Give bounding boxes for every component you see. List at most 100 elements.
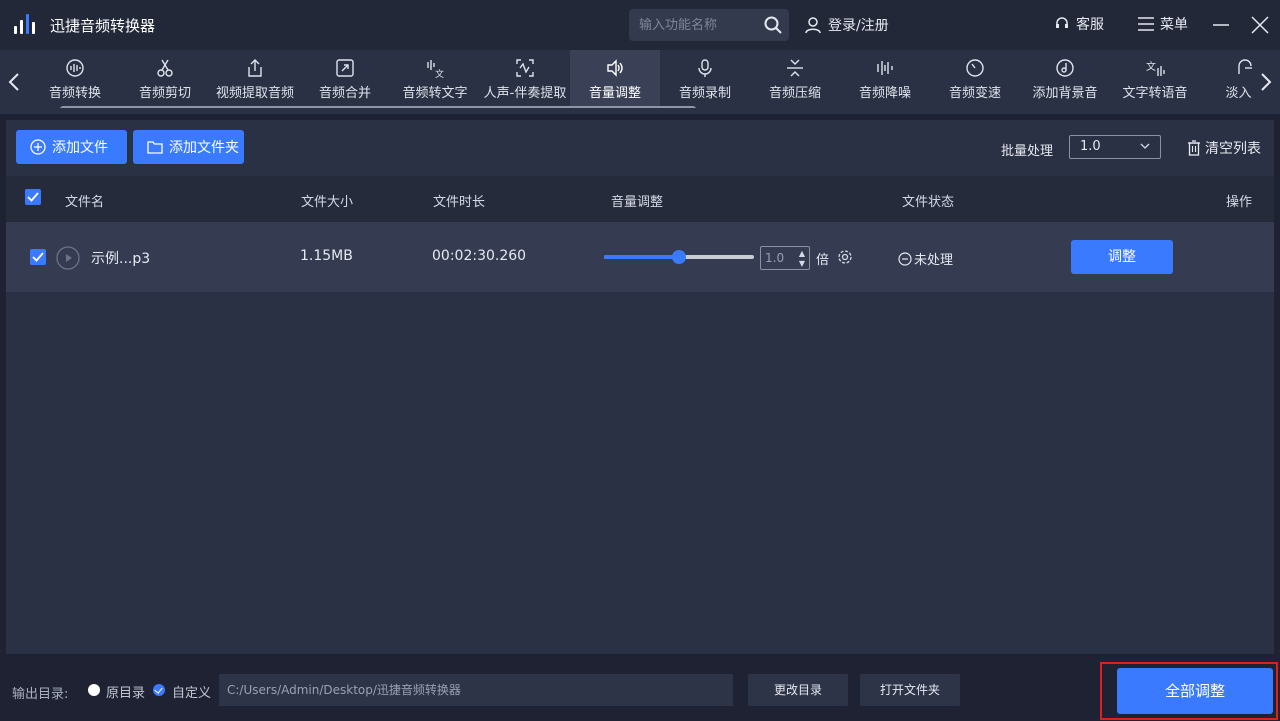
chevron-left-icon[interactable] [4, 68, 24, 96]
close-icon[interactable] [1250, 15, 1270, 35]
batch-process-label: 批量处理 [1001, 144, 1054, 159]
tool-audio-convert[interactable]: 音频转换 [30, 50, 120, 108]
open-folder-button[interactable]: 打开文件夹 [860, 674, 960, 706]
text-to-speech-icon: 文 [1146, 60, 1165, 76]
scissors-icon [157, 59, 173, 77]
export-icon [248, 59, 262, 77]
volume-stepper[interactable]: 1.0 ▲ ▼ [760, 246, 810, 270]
speed-icon [966, 59, 984, 77]
svg-text:文: 文 [1146, 60, 1156, 73]
tool-vocal-extract[interactable]: 人声-伴奏提取 [480, 50, 570, 108]
tool-label: 音频剪切 [138, 86, 191, 101]
tool-fade[interactable]: 淡入淡 [1200, 50, 1252, 108]
add-folder-button[interactable]: 添加文件夹 [133, 130, 244, 164]
footer: 输出目录: 原目录 自定义 C:/Users/Admin/Desktop/迅捷音… [0, 660, 1280, 721]
play-icon[interactable] [56, 246, 80, 270]
tool-bar: 音频转换 音频剪切 视频提取音频 音频合并 文 音频转文字 人声-伴奏提取 音量… [0, 50, 1280, 114]
user-icon [805, 17, 821, 34]
row-checkbox[interactable] [30, 249, 46, 265]
output-path-field[interactable]: C:/Users/Admin/Desktop/迅捷音频转换器 [219, 674, 733, 706]
custom-dir-radio[interactable] [153, 684, 165, 696]
batch-select-value: 1.0 [1080, 139, 1101, 154]
tool-text-to-speech[interactable]: 文 文字转语音 [1110, 50, 1200, 108]
tool-label: 音频变速 [948, 86, 1001, 101]
status-label: 未处理 [914, 253, 954, 268]
tool-add-bgm[interactable]: 添加背景音 [1020, 50, 1110, 108]
header-status: 文件状态 [902, 195, 955, 210]
tool-label: 音频压缩 [768, 86, 821, 101]
main-content: 添加文件 添加文件夹 批量处理 1.0 清空列表 文件名 文件大小 文件时长 音… [6, 120, 1274, 654]
folder-icon [147, 141, 163, 154]
add-file-label: 添加文件 [52, 140, 108, 156]
login-register-link[interactable]: 登录/注册 [804, 14, 889, 36]
minimize-icon[interactable] [1212, 16, 1230, 34]
adjust-button[interactable]: 调整 [1071, 240, 1173, 274]
tool-volume-adjust[interactable]: 音量调整 [570, 50, 660, 108]
custom-dir-label[interactable]: 自定义 [172, 682, 211, 701]
table-header: 文件名 文件大小 文件时长 音量调整 文件状态 操作 [6, 176, 1274, 222]
gear-icon[interactable] [837, 249, 853, 265]
tool-label: 音量调整 [588, 86, 641, 101]
tool-audio-record[interactable]: 音频录制 [660, 50, 750, 108]
tool-audio-compress[interactable]: 音频压缩 [750, 50, 840, 108]
tool-audio-merge[interactable]: 音频合并 [300, 50, 390, 108]
tool-label: 淡入淡 [1225, 86, 1252, 101]
hamburger-icon [1138, 17, 1154, 31]
adjust-all-button[interactable]: 全部调整 [1117, 668, 1273, 714]
minus-circle-icon [898, 251, 912, 266]
headset-icon [1056, 17, 1068, 28]
app-title: 迅捷音频转换器 [50, 17, 156, 35]
slider-thumb[interactable] [672, 250, 686, 264]
batch-select[interactable]: 1.0 [1069, 135, 1161, 159]
vocal-extract-icon [516, 59, 534, 77]
select-all-checkbox[interactable] [25, 189, 41, 205]
compress-icon [787, 59, 803, 77]
menu-button[interactable]: 菜单 [1138, 14, 1188, 34]
header-volume: 音量调整 [611, 195, 664, 210]
customer-service-button[interactable]: 客服 [1054, 14, 1104, 34]
title-bar: 迅捷音频转换器 登录/注册 客服 菜单 [0, 0, 1280, 50]
tool-audio-cut[interactable]: 音频剪切 [120, 50, 210, 108]
chevron-down-icon [1140, 143, 1150, 149]
tool-noise-reduce[interactable]: 音频降噪 [840, 50, 930, 108]
tool-label: 音频录制 [678, 86, 731, 101]
stepper-up-icon[interactable]: ▲ [799, 250, 805, 258]
table-row: 示例...p3 1.15MB 00:02:30.260 1.0 ▲ ▼ 倍 未处… [6, 222, 1274, 292]
original-dir-label[interactable]: 原目录 [106, 682, 145, 701]
search-input[interactable] [639, 9, 759, 41]
service-label: 客服 [1076, 17, 1104, 33]
header-actions: 操作 [1226, 195, 1253, 210]
change-dir-button[interactable]: 更改目录 [748, 674, 848, 706]
header-duration: 文件时长 [433, 195, 486, 210]
audio-to-text-icon: 文 [427, 60, 444, 78]
menu-label: 菜单 [1160, 17, 1188, 33]
stepper-down-icon[interactable]: ▼ [799, 260, 805, 268]
waveform-circle-icon [66, 59, 84, 77]
slider-fill [604, 255, 679, 259]
tool-audio-speed[interactable]: 音频变速 [930, 50, 1020, 108]
tool-video-extract-audio[interactable]: 视频提取音频 [210, 50, 300, 108]
noise-reduce-icon [877, 61, 893, 75]
clear-list-button[interactable]: 清空列表 [1187, 138, 1261, 158]
tool-label: 音频转文字 [402, 86, 468, 101]
add-file-button[interactable]: 添加文件 [16, 130, 127, 164]
search-box[interactable] [629, 9, 789, 41]
tool-label: 音频降噪 [858, 86, 911, 101]
trash-icon [1188, 140, 1200, 156]
check-icon [32, 252, 44, 262]
login-label: 登录/注册 [828, 18, 889, 34]
original-dir-radio[interactable] [88, 684, 100, 696]
header-file-name: 文件名 [65, 195, 105, 210]
clear-list-label: 清空列表 [1205, 141, 1261, 157]
tool-scrollbar[interactable] [60, 106, 696, 108]
times-unit: 倍 [816, 253, 830, 268]
search-icon[interactable] [763, 15, 783, 35]
chevron-right-icon[interactable] [1256, 68, 1276, 96]
volume-slider[interactable] [604, 250, 754, 264]
output-dir-label: 输出目录: [12, 687, 69, 702]
music-disc-icon [1056, 59, 1074, 77]
tool-audio-to-text[interactable]: 文 音频转文字 [390, 50, 480, 108]
tool-label: 视频提取音频 [215, 86, 294, 101]
tool-label: 文字转语音 [1122, 86, 1188, 101]
row-status: 未处理 [898, 249, 953, 268]
